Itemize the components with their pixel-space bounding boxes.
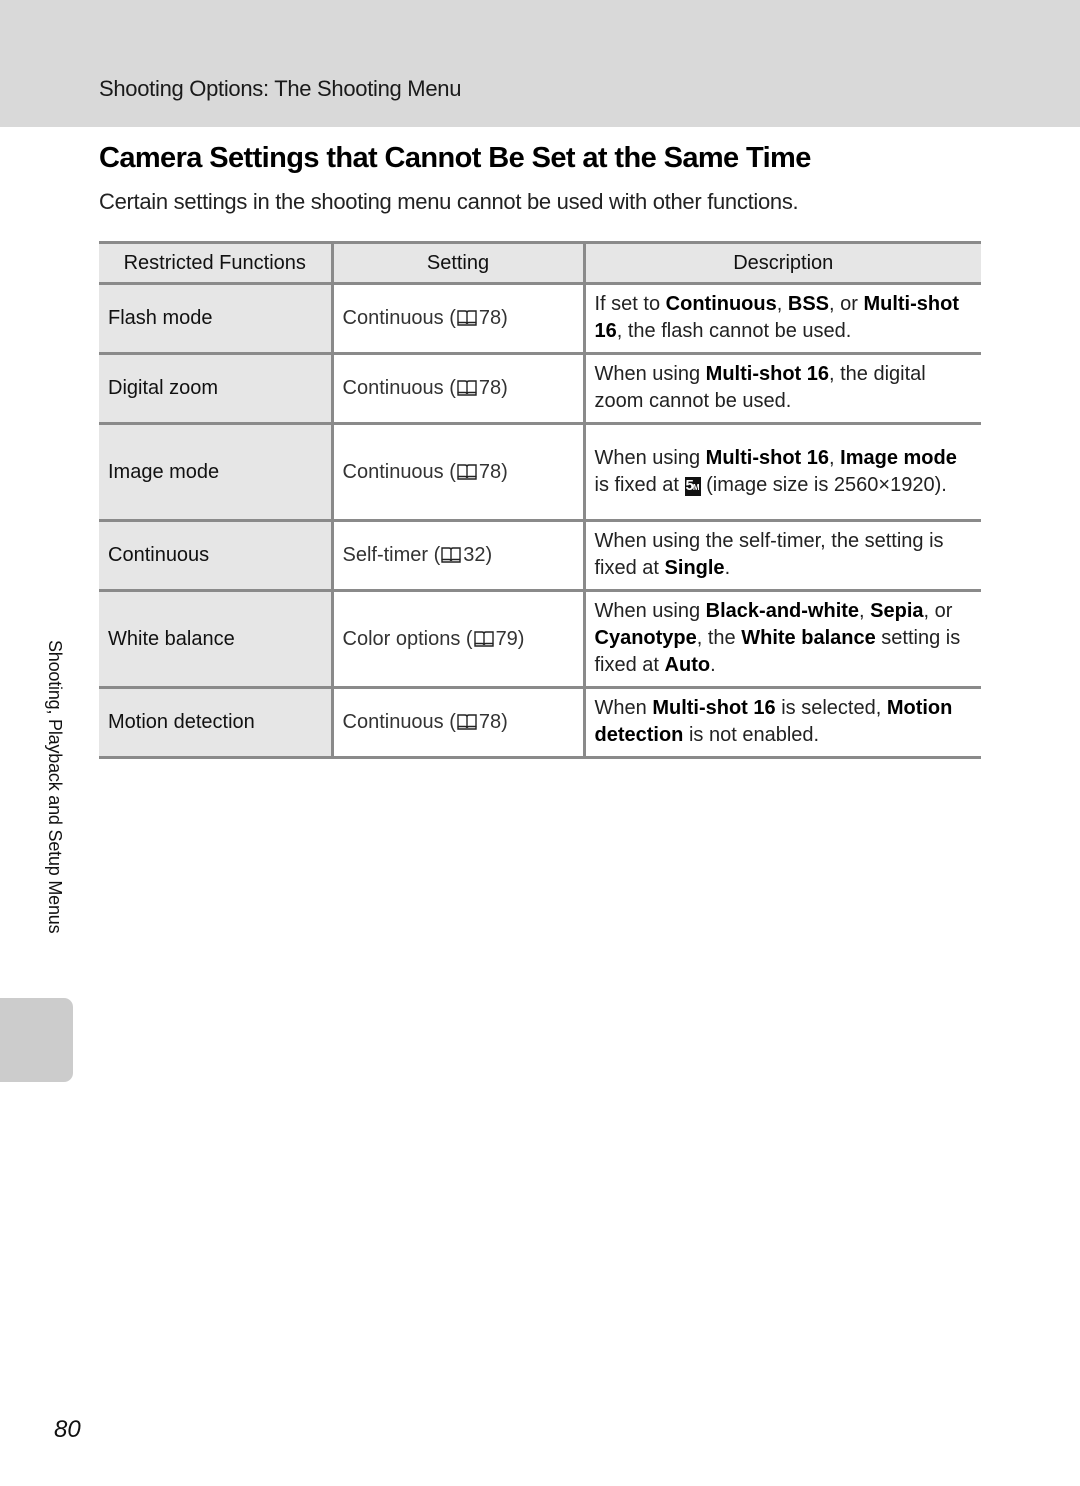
description-text: . (710, 654, 716, 676)
description-term: Auto (664, 654, 711, 676)
intro-paragraph: Certain settings in the shooting menu ca… (99, 189, 799, 214)
setting-cell: Continuous ( 78) (330, 422, 584, 522)
restricted-function-cell: Digital zoom (99, 352, 332, 425)
setting-cell: Continuous ( 78) (330, 282, 584, 355)
chapter-tab[interactable] (0, 998, 73, 1082)
table-row: Continuous Self-timer ( 32) When using th… (99, 519, 981, 592)
description-text: , (776, 293, 788, 315)
page-number: 80 (54, 1416, 81, 1443)
section-label: Shooting Options: The Shooting Menu (99, 76, 462, 101)
description-text: When (594, 697, 653, 719)
column-header-restricted-functions: Restricted Functions (99, 241, 332, 285)
description-text: (image size is 2560×1920). (700, 473, 947, 496)
description-text: When using (594, 446, 706, 469)
description-text: , the (696, 627, 742, 649)
description-term: Multi-shot 16 (705, 363, 830, 385)
restricted-function-cell: Image mode (99, 422, 332, 522)
restricted-function-cell: Continuous (99, 519, 332, 592)
description-term: Image mode (840, 446, 957, 469)
description-cell: When using Black-and-white, Sepia, or Cy… (582, 589, 981, 689)
description-text: . (724, 557, 731, 579)
book-reference-icon (457, 463, 477, 480)
description-text: When using (594, 600, 706, 622)
page-reference-link[interactable]: 78) (479, 307, 508, 329)
table-row: Digital zoom Continuous ( 78) When using … (99, 352, 981, 425)
description-cell: If set to Continuous, BSS, or Multi-shot… (582, 282, 981, 355)
side-tab-label: Shooting, Playback and Setup Menus (45, 640, 65, 934)
book-reference-icon (457, 714, 477, 730)
description-text: is not enabled. (683, 724, 820, 746)
setting-label: Continuous ( (342, 711, 456, 733)
table-row: Image mode Continuous ( 78) When using Mu… (99, 422, 981, 522)
description-text: is selected, (775, 697, 887, 719)
book-reference-icon (473, 630, 494, 647)
description-text: , (829, 446, 841, 469)
description-term: Multi-shot 16 (652, 697, 776, 719)
restricted-function-cell: Flash mode (99, 282, 332, 355)
description-text: , the flash cannot be used. (616, 320, 852, 342)
header-band (0, 0, 1080, 127)
table-row: Motion detection Continuous ( 78) When Mu… (99, 686, 981, 759)
setting-cell: Self-timer ( 32) (330, 519, 584, 592)
description-term: White balance (741, 627, 876, 649)
description-text: When using (594, 363, 706, 385)
setting-cell: Color options ( 79) (330, 589, 584, 689)
setting-cell: Continuous ( 78) (330, 352, 584, 425)
description-term: Cyanotype (594, 627, 697, 649)
setting-label: Color options ( (342, 627, 473, 650)
setting-label: Self-timer ( (342, 544, 441, 566)
setting-label: Continuous ( (342, 377, 456, 399)
page-reference-link[interactable]: 78) (479, 377, 508, 399)
table-row: Flash mode Continuous ( 78) If set to Con… (99, 282, 981, 355)
description-text: , or (923, 600, 953, 622)
restricted-function-cell: Motion detection (99, 686, 332, 759)
page-reference-link[interactable]: 78) (479, 461, 508, 483)
description-term: Black-and-white (705, 600, 860, 622)
book-reference-icon (457, 310, 477, 326)
description-cell: When Multi-shot 16 is selected, Motion d… (582, 686, 981, 759)
5m-image-size-icon: 5M (684, 476, 701, 496)
description-cell: When using Multi-shot 16, Image mode is … (582, 422, 981, 522)
column-header-setting: Setting (330, 241, 584, 285)
description-text: If set to (594, 293, 666, 315)
book-reference-icon (441, 547, 461, 563)
setting-label: Continuous ( (342, 307, 456, 329)
description-term: Continuous (665, 293, 777, 315)
restricted-function-cell: White balance (99, 589, 332, 689)
book-reference-icon (457, 380, 477, 396)
description-term: BSS (787, 293, 829, 315)
description-term: Single (664, 557, 725, 579)
page-reference-link[interactable]: 78) (479, 711, 508, 733)
description-text: , or (829, 293, 864, 315)
description-text: When using the self-timer, the setting i… (594, 530, 944, 579)
setting-label: Continuous ( (342, 460, 456, 483)
page-reference-link[interactable]: 32) (463, 544, 492, 566)
table-header-row: Restricted Functions Setting Description (99, 241, 981, 285)
description-term: Multi-shot 16 (705, 446, 830, 469)
column-header-description: Description (582, 241, 981, 285)
description-term: Sepia (870, 600, 924, 622)
description-cell: When using the self-timer, the setting i… (582, 519, 981, 592)
page-reference-link[interactable]: 79) (496, 628, 525, 650)
description-cell: When using Multi-shot 16, the digital zo… (582, 352, 981, 425)
description-text: , (859, 600, 871, 622)
page-title: Camera Settings that Cannot Be Set at th… (99, 142, 811, 174)
icon-5m-main: 5 (685, 476, 694, 494)
table-row: White balance Color options ( 79) When us… (99, 589, 981, 689)
restrictions-table: Restricted Functions Setting Description… (99, 241, 981, 759)
description-text: is fixed at (594, 473, 685, 496)
setting-cell: Continuous ( 78) (330, 686, 584, 759)
icon-5m-sub: M (692, 482, 700, 492)
